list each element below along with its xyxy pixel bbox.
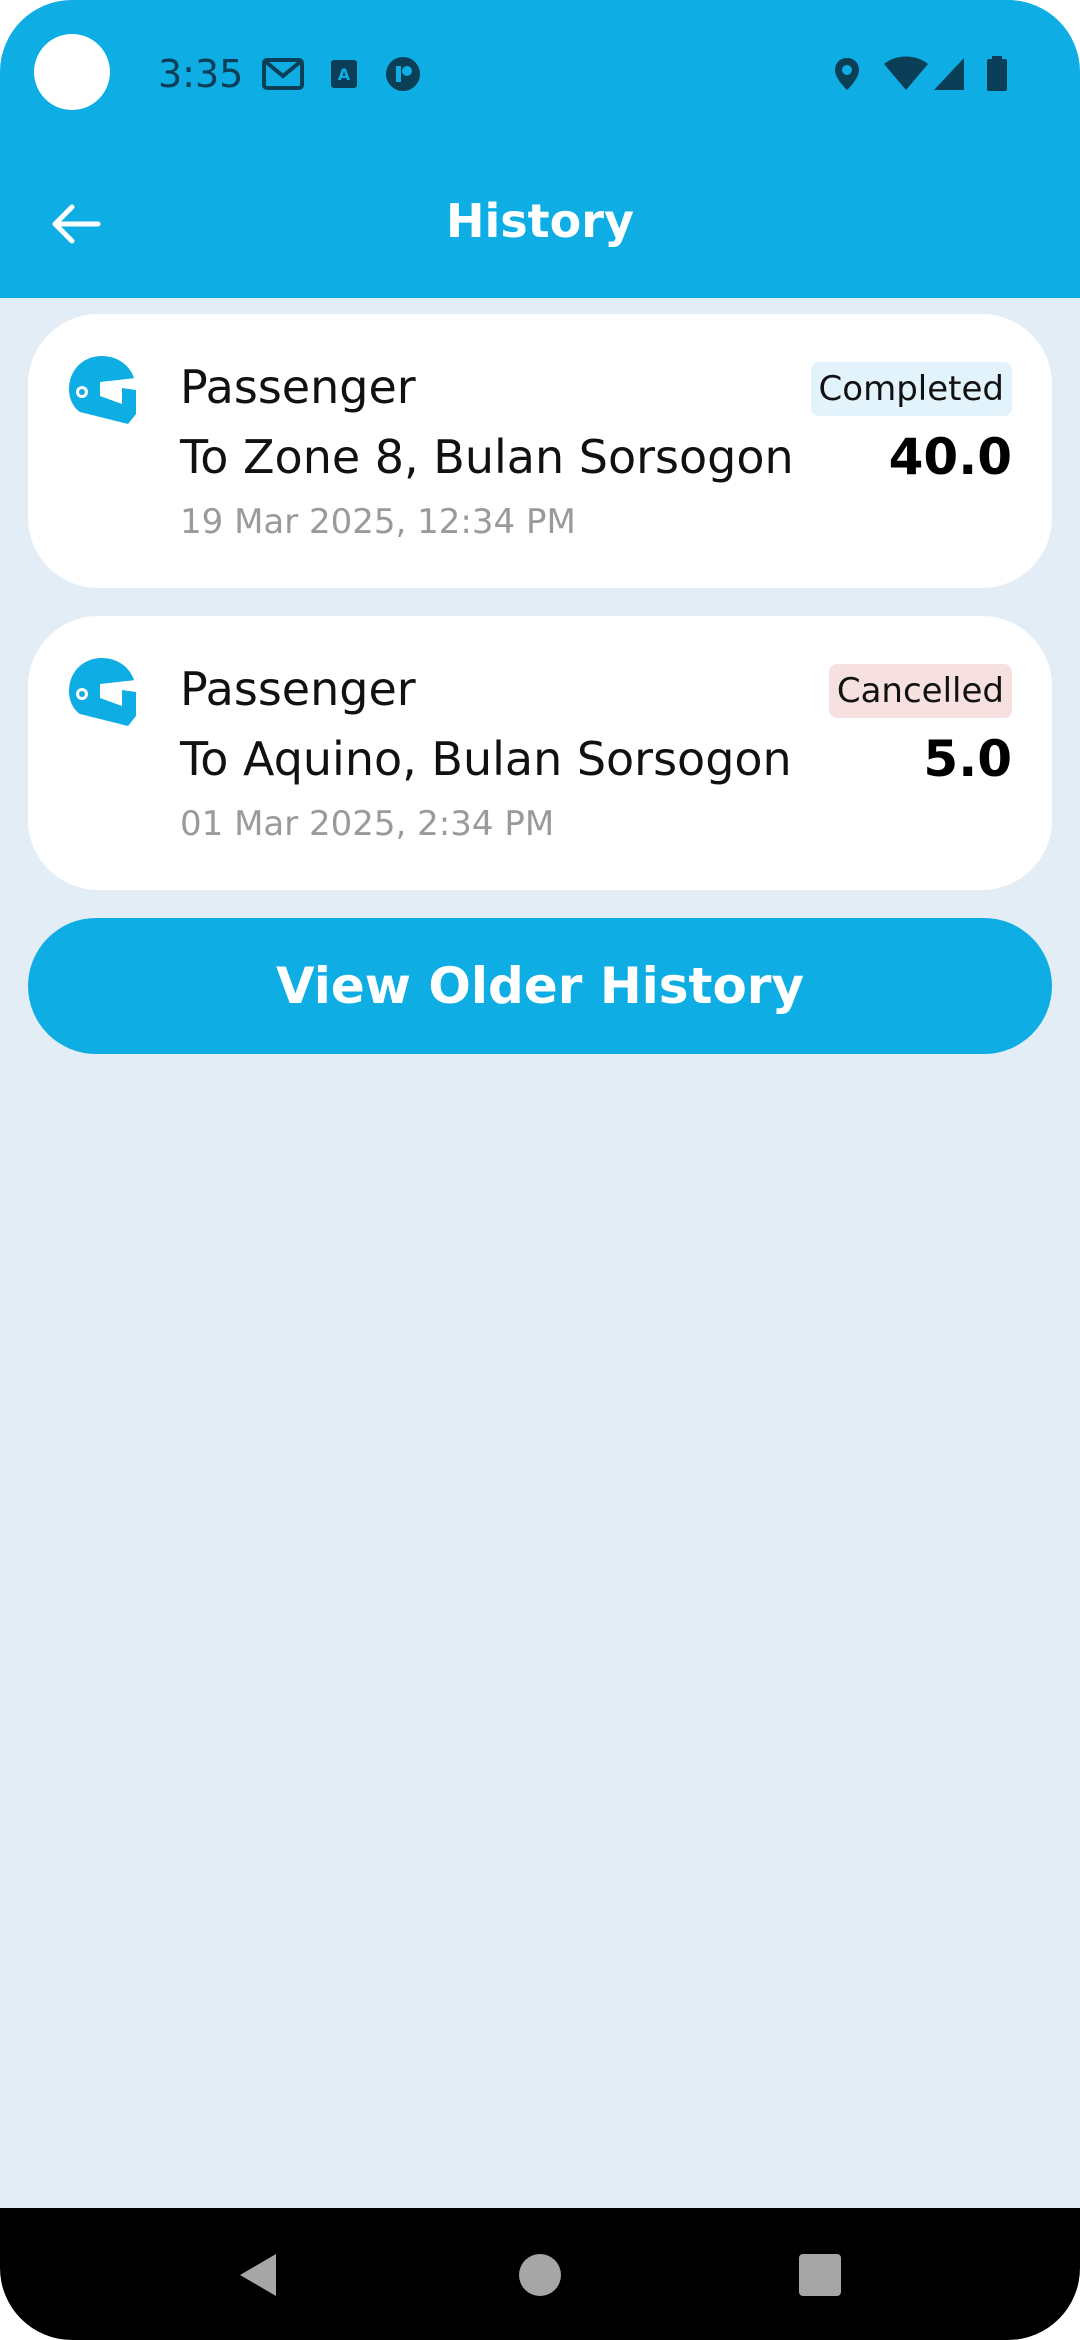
ride-type-label: Passenger <box>180 662 416 716</box>
status-time: 3:35 <box>158 52 244 96</box>
gmail-icon <box>262 58 304 90</box>
ride-date: 01 Mar 2025, 2:34 PM <box>180 804 555 844</box>
status-badge: Completed <box>810 362 1012 416</box>
app-header: History <box>0 150 1080 298</box>
home-circle-icon[interactable] <box>515 2250 565 2300</box>
phone-screen: 3:35 A History Passenger To Zone 8, Bula… <box>0 0 1080 2340</box>
history-card-cancelled[interactable]: Passenger To Aquino, Bulan Sorsogon 01 M… <box>28 616 1052 890</box>
app-notification-icon <box>386 57 420 91</box>
wifi-icon <box>884 56 928 90</box>
battery-icon <box>987 56 1007 91</box>
system-nav-bar <box>0 2208 1080 2340</box>
ride-type-label: Passenger <box>180 360 416 414</box>
ride-amount: 5.0 <box>923 730 1012 788</box>
helmet-icon <box>69 356 136 424</box>
recents-square-icon[interactable] <box>795 2250 845 2300</box>
ride-amount: 40.0 <box>888 428 1012 486</box>
history-card-completed[interactable]: Passenger To Zone 8, Bulan Sorsogon 19 M… <box>28 314 1052 588</box>
back-triangle-icon[interactable] <box>234 2250 284 2300</box>
accessibility-app-icon: A <box>331 60 357 88</box>
camera-cutout <box>34 34 110 110</box>
helmet-icon <box>69 658 136 726</box>
status-badge: Cancelled <box>828 664 1012 718</box>
page-title: History <box>446 194 634 248</box>
location-icon <box>835 58 859 90</box>
status-bar: 3:35 A <box>0 0 1080 150</box>
ride-destination: To Aquino, Bulan Sorsogon <box>180 732 792 786</box>
view-older-history-button[interactable]: View Older History <box>28 918 1052 1054</box>
ride-date: 19 Mar 2025, 12:34 PM <box>180 502 576 542</box>
ride-destination: To Zone 8, Bulan Sorsogon <box>180 430 794 484</box>
svg-text:A: A <box>338 65 351 84</box>
cellular-signal-icon <box>934 58 964 90</box>
